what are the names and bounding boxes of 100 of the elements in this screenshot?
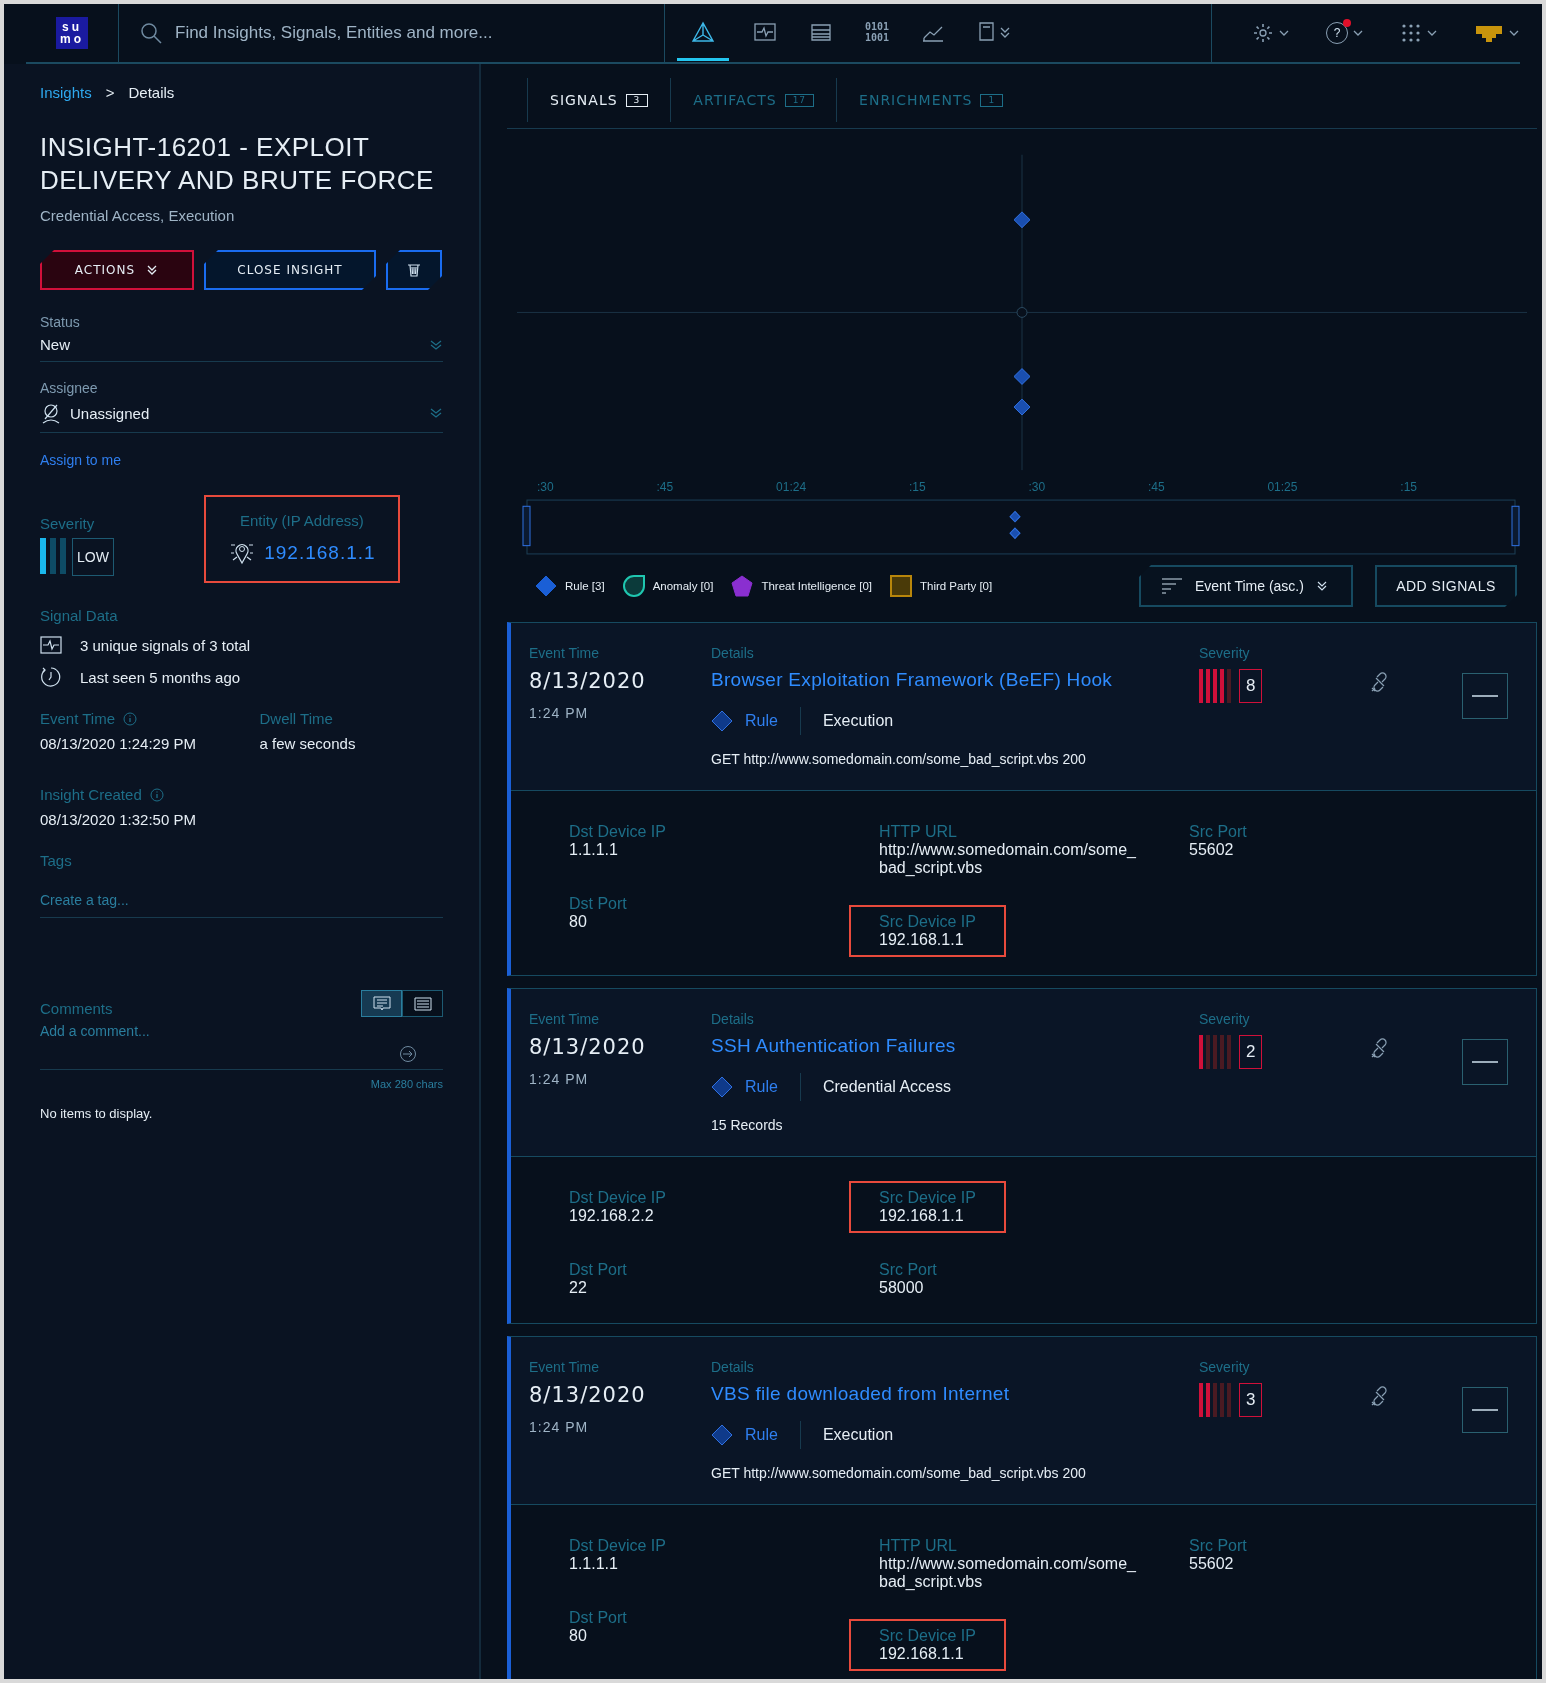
close-insight-button[interactable]: CLOSE INSIGHT [204,250,376,290]
apps-menu[interactable] [1400,22,1438,44]
breadcrumb-link[interactable]: Insights [40,84,92,101]
network-triangle-icon [691,20,715,43]
event-date: 8/13/2020 [529,669,647,693]
diamond-icon [711,1076,733,1098]
field-label: Entity (IP Address) [239,511,364,529]
axis-tick-label: 01:25 [1267,480,1298,494]
sort-button[interactable]: Event Time (asc.) [1139,565,1353,607]
field-value: 55602 [1189,841,1235,859]
field-label: Tags [40,852,73,869]
entity-link[interactable]: 192.168.1.1 [264,541,376,564]
assign-to-me-link[interactable]: Assign to me [40,452,121,468]
signal-name-link[interactable]: Browser Exploitation Framework (BeEF) Hook [711,669,1113,690]
caret-icon [429,406,443,420]
add-signals-button[interactable]: ADD SIGNALS [1375,565,1517,607]
unassigned-user-icon [40,402,62,424]
collapse-button[interactable] [1462,673,1508,719]
field-value: a few seconds [259,735,357,752]
axis-tick-label: :15 [1400,480,1417,494]
signal-summary: Last seen 5 months ago [80,668,241,686]
field-value: 192.168.1.1 [879,1207,965,1225]
severity-score: 3 [1239,1383,1263,1417]
tab[interactable]: SIGNALS 3 [527,78,671,122]
assignee-select[interactable]: Unassigned [40,396,443,433]
minus-icon [1472,1409,1498,1411]
status-select[interactable]: New [40,330,443,362]
field-label: Severity [40,515,96,532]
field-label: Dst Device IP [569,1537,666,1555]
organization-menu[interactable] [1474,23,1520,43]
field-label: Details [711,1011,755,1027]
field-value: 22 [569,1279,588,1297]
legend-label: Third Party [0] [919,580,993,592]
search-icon [139,21,163,45]
signal-type: Rule [745,712,778,730]
binary-nav-button[interactable]: 0101 1001 [857,5,898,61]
breadcrumb-separator: > [105,84,115,101]
field-label: Dwell Time [259,710,333,727]
signal-name-link[interactable]: VBS file downloaded from Internet [711,1383,1010,1404]
field-label: Details [711,1359,755,1375]
severity-score: 2 [1239,1035,1263,1069]
field-label: Severity [1199,1359,1251,1375]
empty-message: No items to display. [40,1106,154,1121]
trash-icon [406,262,422,278]
help-menu[interactable]: ? [1326,22,1364,44]
field-value: 1.1.1.1 [569,1555,619,1573]
field-label: Insight Created [40,786,142,803]
caret-icon [1278,29,1290,37]
comment-view-button[interactable] [361,990,402,1017]
signal-summary: 15 Records [711,1117,784,1133]
collapse-button[interactable] [1462,1039,1508,1085]
field-value: http://www.somedomain.com/some_ bad_script.vbs [879,1555,1137,1591]
field-label: Signal Data [40,607,119,624]
severity-level: LOW [72,538,114,576]
tag-input-field[interactable]: Create a tag... [40,892,340,908]
field-value: 80 [569,913,588,931]
book-icon [977,20,996,43]
field-label: HTTP URL [879,1537,958,1555]
field-value: 192.168.1.1 [879,931,965,949]
field-value: 58000 [879,1279,925,1297]
field-label: Src Device IP [879,1627,976,1645]
legend-label: Threat Intelligence [0] [761,580,872,592]
settings-menu[interactable] [1252,22,1290,44]
signal-type: Rule [745,1426,778,1444]
caret-icon [1352,29,1364,37]
severity-score: 8 [1239,669,1263,703]
list-icon [412,994,433,1013]
field-label: Event Time [529,645,601,661]
field-label: Severity [1199,645,1251,661]
actions-button[interactable]: ACTIONS [40,250,194,290]
caret-icon [1315,580,1328,592]
minus-icon [1472,1061,1498,1063]
collapse-button[interactable] [1462,1387,1508,1433]
send-icon[interactable] [399,1045,417,1063]
insight-title: INSIGHT-16201 - EXPLOIT DELIVERY AND BRUTE FORCE [40,131,435,197]
character-limit: Max 280 chars [369,1078,443,1090]
search-field[interactable]: Find Insights, Signals, Entities and more... [175,19,615,47]
field-value: 80 [569,1627,588,1645]
delete-button[interactable] [386,250,442,290]
signal-summary: GET http://www.somedomain.com/some_bad_script.vbs 200 [711,751,1087,767]
field-label: Event Time [529,1011,601,1027]
field-label: Dst Port [569,1609,627,1627]
field-value: 192.168.1.1 [879,1645,965,1663]
signal-name-link[interactable]: SSH Authentication Failures [711,1035,956,1056]
field-label: Status [40,314,81,330]
clock-icon [40,666,62,688]
signal-tactic: Execution [822,712,894,730]
apps-grid-icon [1400,22,1422,44]
axis-tick-label: :45 [1147,480,1165,494]
field-value: http://www.somedomain.com/some_ bad_script.vbs [879,841,1137,877]
field-label: Details [711,645,755,661]
list-view-button[interactable] [402,990,443,1017]
logo[interactable]: su mo [56,17,88,49]
minus-icon [1472,695,1498,697]
axis-tick-label: :15 [908,480,926,494]
field-label: HTTP URL [879,823,958,841]
insight-tactics: Credential Access, Execution [40,207,236,224]
event-time: 1:24 PM [529,705,590,721]
comment-field[interactable]: Add a comment... [40,1023,340,1039]
legend-label: Rule [3] [565,580,605,592]
